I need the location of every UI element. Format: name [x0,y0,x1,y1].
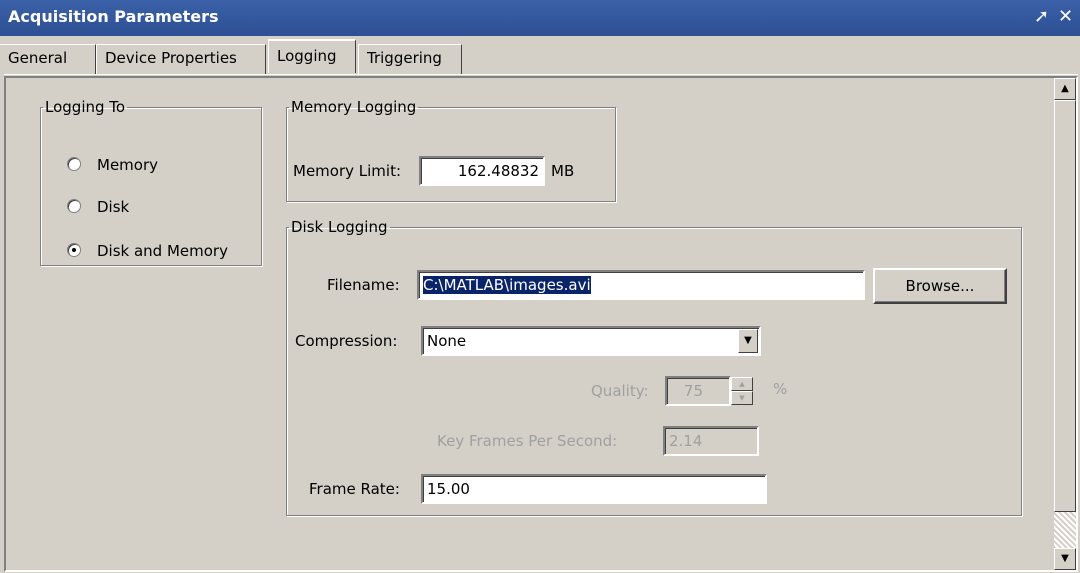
quality-value: 75 [683,382,703,400]
tab-strip: General Device Properties Logging Trigge… [0,36,1080,74]
memory-limit-unit: MB [551,162,575,180]
memory-logging-legend: Memory Logging [291,98,417,116]
memory-limit-label: Memory Limit: [293,162,402,180]
radio-disk-button[interactable] [67,199,81,213]
tab-triggering-label: Triggering [367,49,442,67]
filename-input[interactable]: C:\MATLAB\images.avi [417,270,865,300]
scrollbar-track[interactable] [1054,512,1076,548]
quality-input: 75 [665,376,731,406]
quality-stepper: ▲ ▼ [731,377,753,405]
frame-rate-input[interactable]: 15.00 [421,474,767,504]
scroll-down-icon[interactable]: ▼ [1054,548,1076,570]
compression-label: Compression: [295,332,398,350]
quality-label: Quality: [591,382,649,400]
filename-value: C:\MATLAB\images.avi [423,276,591,294]
tab-device-properties-label: Device Properties [105,49,237,67]
tab-device-properties[interactable]: Device Properties [96,44,266,74]
radio-memory-button[interactable] [67,157,81,171]
vertical-scrollbar[interactable]: ▲ ▼ [1054,78,1076,570]
keyframes-label: Key Frames Per Second: [437,432,618,450]
quality-unit: % [773,380,788,398]
keyframes-input: 2.14 [663,426,759,456]
window-title: Acquisition Parameters [8,7,219,26]
scrollbar-thumb[interactable] [1054,100,1076,512]
memory-logging-group: Memory Logging Memory Limit: 162.48832 M… [286,98,616,202]
radio-memory-label: Memory [97,156,159,174]
radio-disk-and-memory-button[interactable] [67,243,81,257]
browse-button[interactable]: Browse... [873,268,1007,304]
compression-value: None [427,332,467,350]
scroll-up-icon[interactable]: ▲ [1054,78,1076,100]
logging-to-group: Logging To Memory Disk Disk and Memory [40,98,262,266]
spin-down-icon: ▼ [731,391,753,405]
radio-disk-label: Disk [97,198,130,216]
undock-icon[interactable]: ➚ [1034,7,1049,27]
logging-panel: Logging To Memory Disk Disk and Memory M… [4,76,1078,572]
tab-logging-label: Logging [277,47,337,65]
disk-logging-legend: Disk Logging [291,218,388,236]
logging-to-legend: Logging To [45,98,126,116]
tab-divider [4,74,1078,75]
title-bar: Acquisition Parameters ➚ ✕ [0,0,1080,36]
disk-logging-group: Disk Logging Filename: C:\MATLAB\images.… [286,218,1022,516]
filename-label: Filename: [327,276,400,294]
tab-general-label: General [8,49,68,67]
radio-disk-and-memory-label: Disk and Memory [97,242,228,260]
tab-triggering[interactable]: Triggering [358,44,462,74]
spin-up-icon: ▲ [731,377,753,391]
compression-select[interactable]: None ▼ [421,326,761,356]
close-icon[interactable]: ✕ [1058,7,1073,27]
tab-logging[interactable]: Logging [268,39,356,73]
chevron-down-icon[interactable]: ▼ [738,329,758,353]
tab-general[interactable]: General [0,44,96,74]
memory-limit-input[interactable]: 162.48832 [419,156,545,186]
frame-rate-label: Frame Rate: [309,480,400,498]
